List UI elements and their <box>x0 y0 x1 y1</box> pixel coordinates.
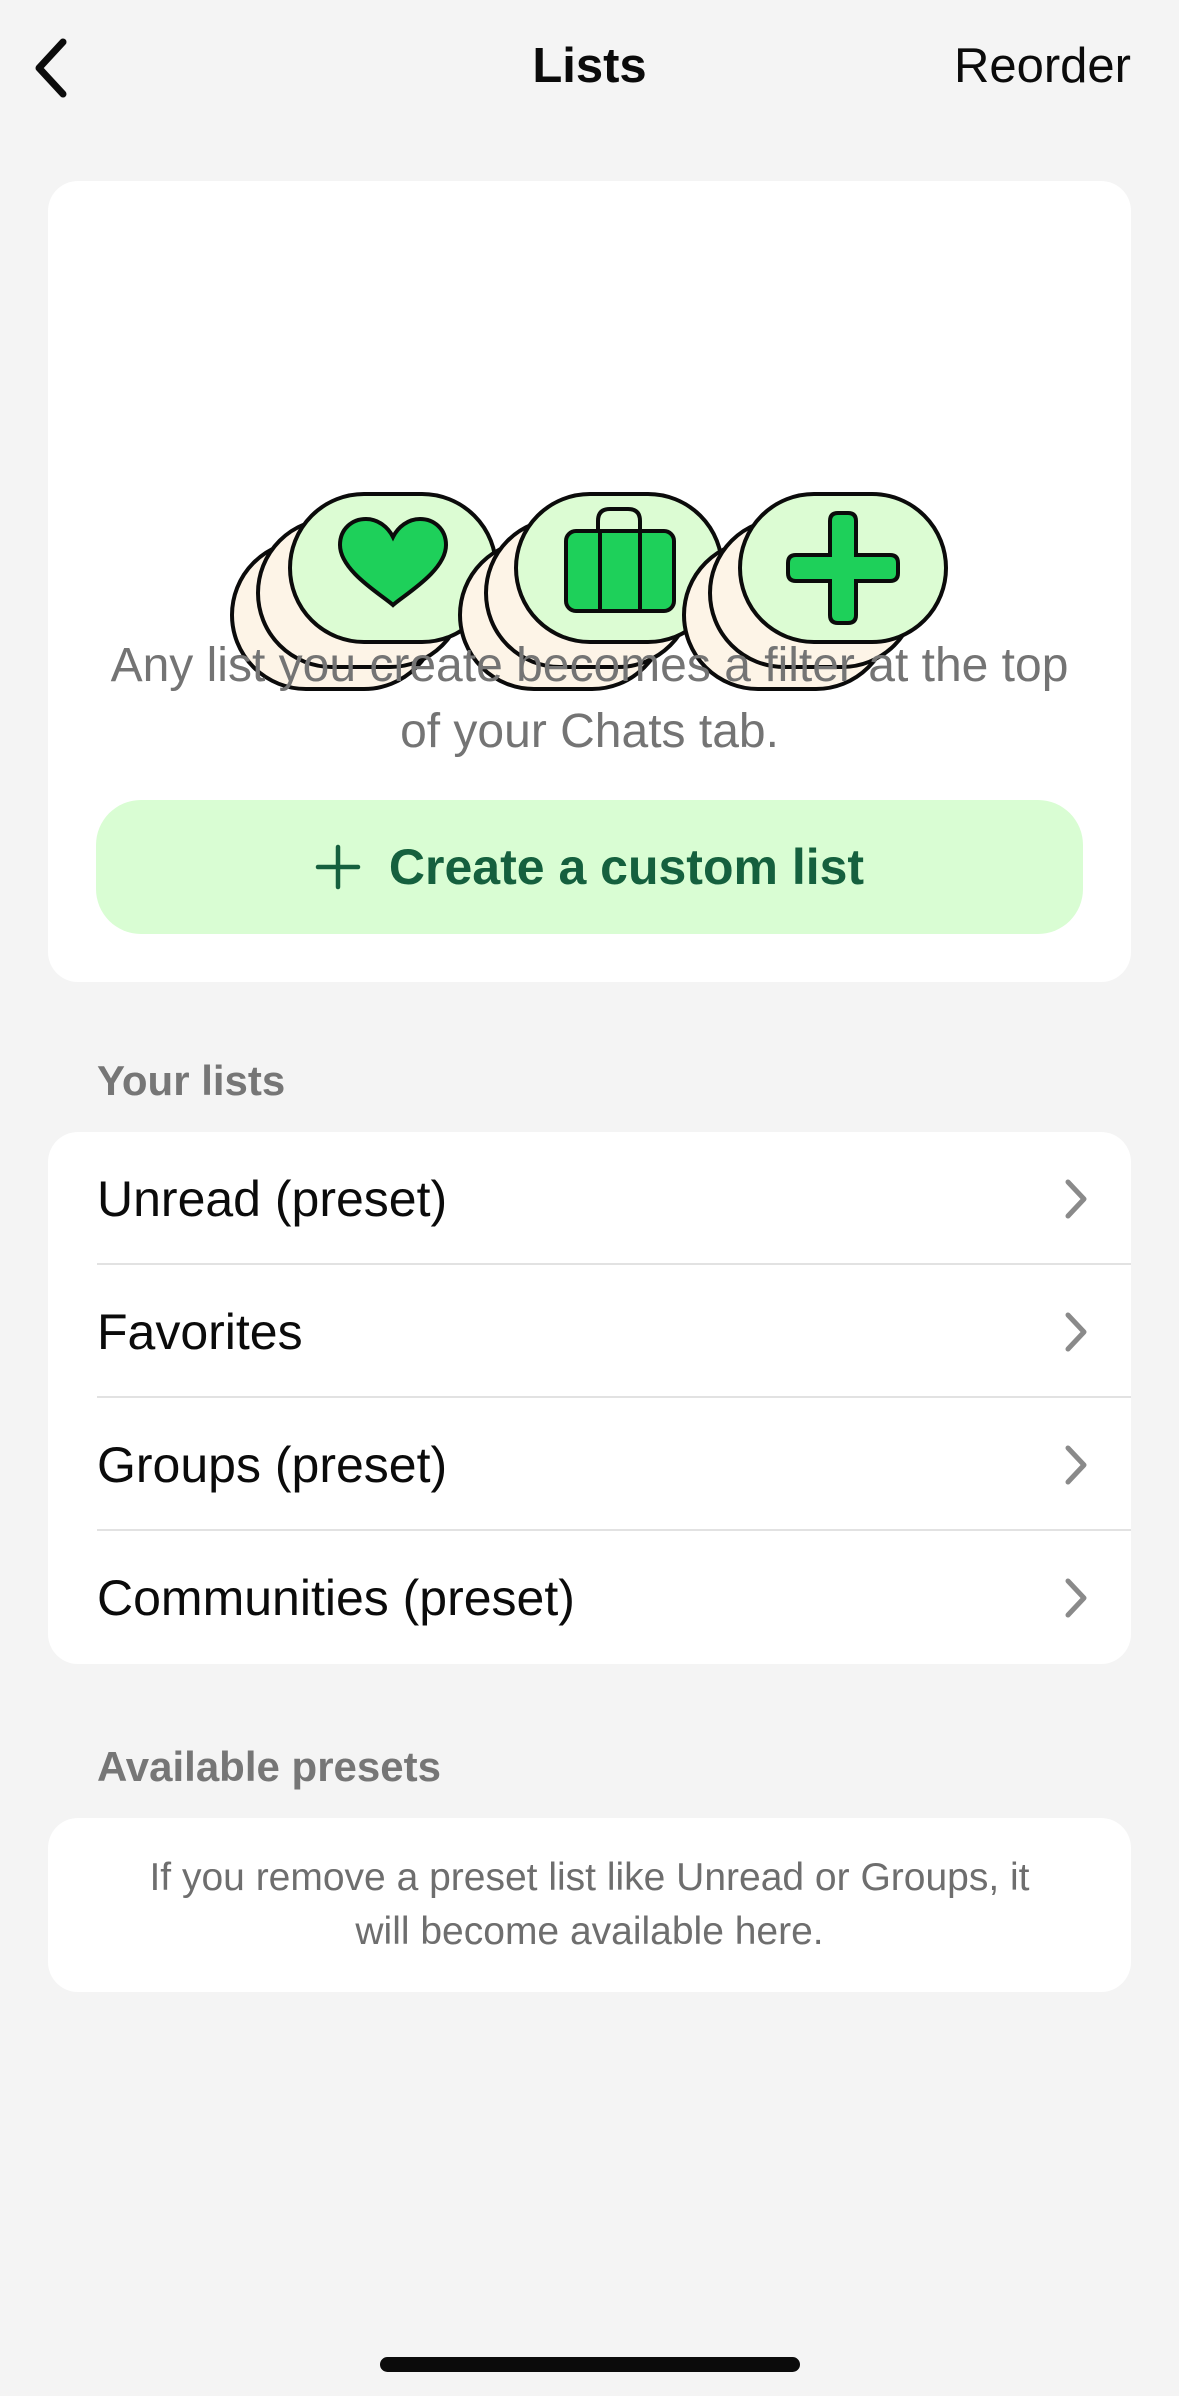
hero-card: Any list you create becomes a filter at … <box>48 181 1131 982</box>
available-presets-card: If you remove a preset list like Unread … <box>48 1818 1131 1992</box>
available-presets-header: Available presets <box>97 1743 441 1790</box>
chevron-right-icon <box>1065 1445 1087 1484</box>
plus-icon <box>738 492 948 644</box>
list-item-favorites[interactable]: Favorites <box>48 1265 1131 1398</box>
list-item-label: Unread (preset) <box>97 1170 448 1227</box>
create-custom-list-button[interactable]: Create a custom list <box>96 800 1083 934</box>
list-item-label: Communities (preset) <box>97 1569 575 1626</box>
home-indicator[interactable] <box>380 2357 800 2372</box>
your-lists-card: Unread (preset) Favorites Groups (preset… <box>48 1132 1131 1664</box>
your-lists-header: Your lists <box>97 1057 286 1104</box>
chevron-right-icon <box>1065 1179 1087 1218</box>
reorder-button[interactable]: Reorder <box>954 36 1131 96</box>
chevron-right-icon <box>1065 1578 1087 1617</box>
hero-description: Any list you create becomes a filter at … <box>110 639 1069 758</box>
plus-icon <box>315 844 361 890</box>
list-item-label: Favorites <box>97 1303 303 1360</box>
list-item-groups[interactable]: Groups (preset) <box>48 1398 1131 1531</box>
list-item-communities[interactable]: Communities (preset) <box>48 1531 1131 1664</box>
available-presets-message: If you remove a preset list like Unread … <box>149 1856 1030 1953</box>
navigation-bar: Lists Reorder <box>0 0 1179 134</box>
chevron-right-icon <box>1065 1312 1087 1351</box>
create-custom-list-label: Create a custom list <box>388 839 865 895</box>
lists-screen: Lists Reorder Any list you create become… <box>0 0 1179 2396</box>
list-item-unread[interactable]: Unread (preset) <box>48 1132 1131 1265</box>
list-item-label: Groups (preset) <box>97 1436 448 1493</box>
